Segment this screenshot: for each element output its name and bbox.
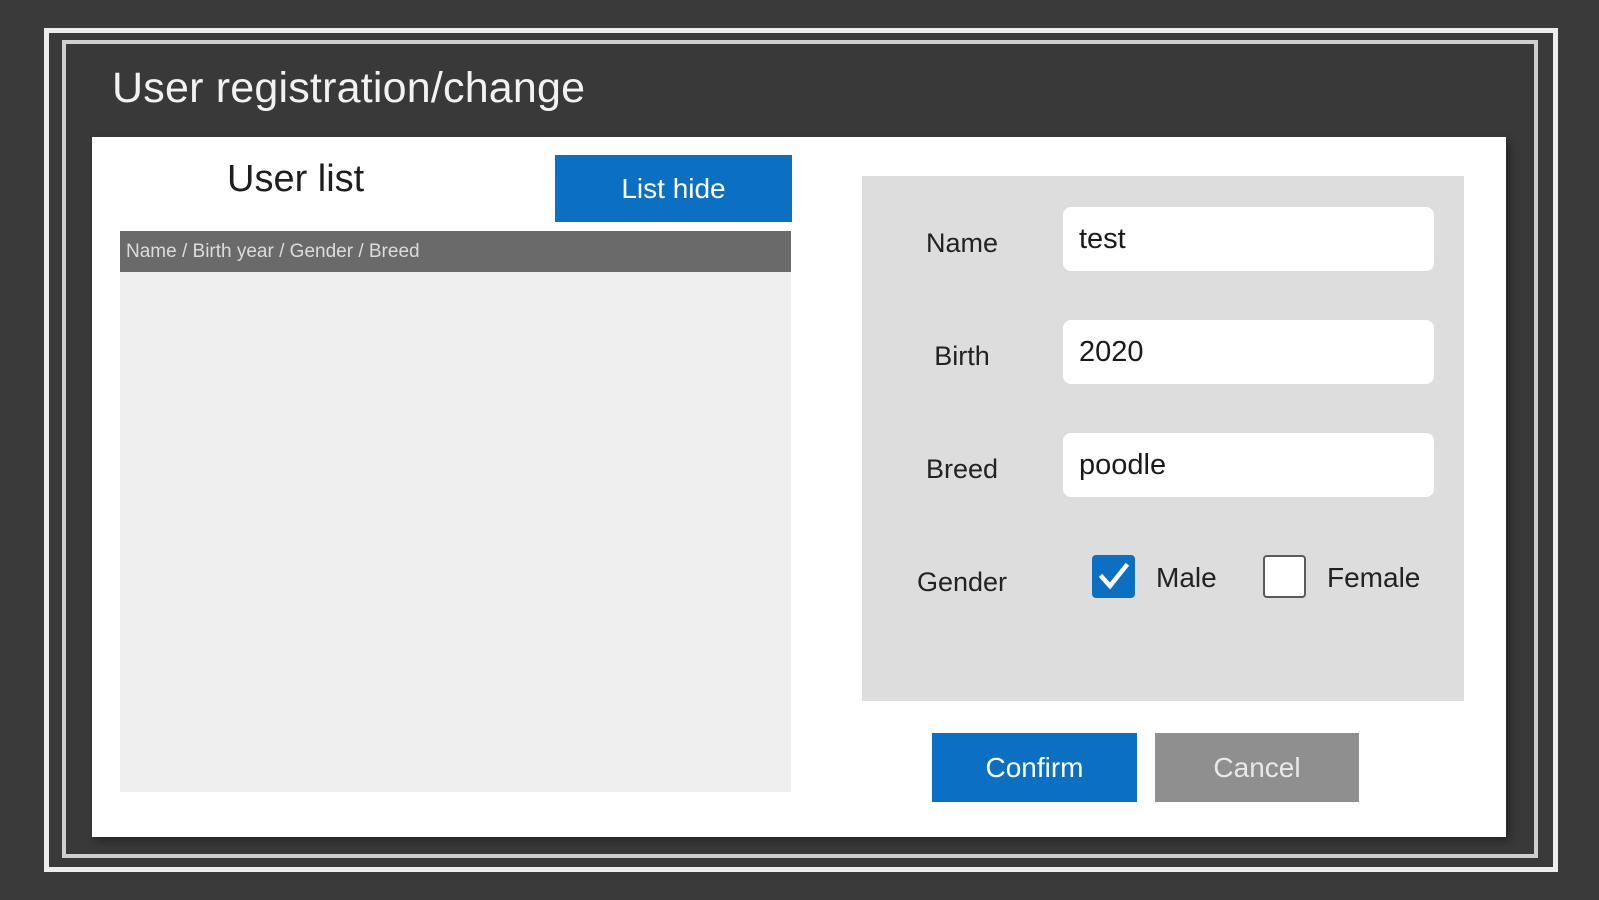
female-checkbox[interactable] [1263, 555, 1306, 598]
gender-label: Gender [916, 567, 1008, 597]
list-hide-button[interactable]: List hide [555, 155, 792, 222]
birth-input[interactable] [1063, 320, 1434, 384]
check-icon [1098, 562, 1130, 590]
birth-label: Birth [934, 341, 990, 371]
male-checkbox[interactable] [1092, 555, 1135, 598]
male-label[interactable]: Male [1156, 562, 1217, 594]
confirm-button[interactable]: Confirm [932, 733, 1137, 802]
cancel-button[interactable]: Cancel [1155, 733, 1359, 802]
user-list-header: Name / Birth year / Gender / Breed [120, 231, 791, 272]
user-list-title: User list [227, 158, 365, 200]
female-label[interactable]: Female [1327, 562, 1420, 594]
window-title: User registration/change [112, 64, 586, 112]
breed-input[interactable] [1063, 433, 1434, 497]
name-input[interactable] [1063, 207, 1434, 271]
user-list[interactable] [120, 272, 791, 792]
name-label: Name [925, 228, 999, 258]
breed-label: Breed [925, 454, 999, 484]
